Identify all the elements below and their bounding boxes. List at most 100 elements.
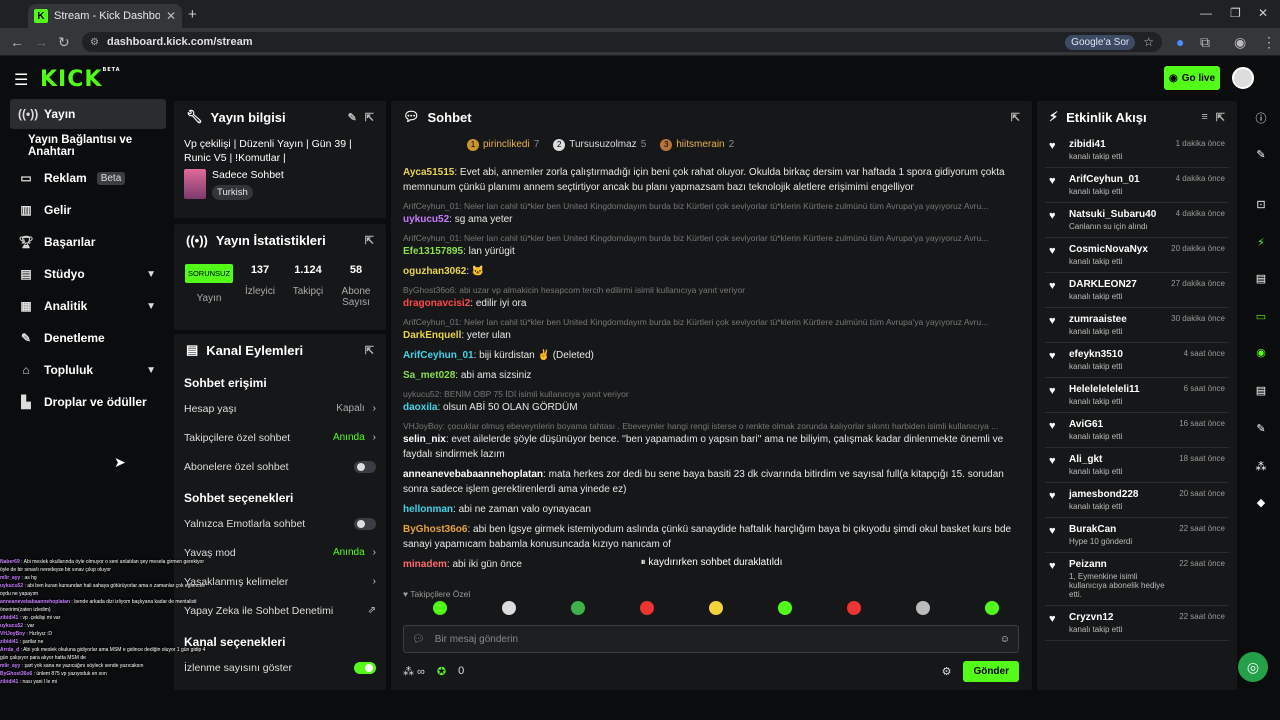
activity-event[interactable]: ♥ CosmicNovaNyx kanalı takip etti 20 dakika…	[1045, 238, 1229, 273]
chat-message[interactable]: VHJoyBoy: çocuklar olmuş ebeveynlerin bo…	[403, 420, 1019, 462]
extension-icon[interactable]: ●	[1176, 34, 1184, 50]
lightning-icon[interactable]: ⚡︎	[1250, 231, 1272, 253]
chat-message[interactable]: oguzhan3062: 🐱	[403, 264, 1019, 279]
chat-message[interactable]: uykucu52: BENİM OBP 75 İDİ isimli kullan…	[403, 388, 1019, 415]
chat-username[interactable]: DarkEnquell	[403, 330, 461, 341]
bookmark-star-icon[interactable]: ☆	[1143, 35, 1154, 49]
activity-event[interactable]: ♥ AviG61 kanalı takip etti 16 saat önce	[1045, 413, 1229, 448]
emote-icon[interactable]	[640, 601, 654, 615]
chat-username[interactable]: Ayca51515	[403, 167, 454, 178]
chat-username[interactable]: Efe13157895	[403, 246, 463, 257]
broadcast-icon[interactable]: ◉	[1250, 341, 1272, 363]
chat-username[interactable]: ByGhost36o6	[403, 524, 467, 535]
url-field[interactable]: ⚙ dashboard.kick.com/stream Google'a Sor…	[82, 32, 1162, 52]
chat-message[interactable]: ArifCeyhun_01: Neler lan cahil tü*kler b…	[403, 316, 1019, 343]
activity-event[interactable]: ♥ zibidi41 kanalı takip etti 1 dakika önce	[1045, 133, 1229, 168]
browser-tab[interactable]: K Stream - Kick Dashboard ✕	[28, 4, 182, 28]
google-lens-button[interactable]: Google'a Sor	[1065, 34, 1136, 50]
activity-event[interactable]: ♥ BurakCan Hype 10 gönderdi 22 saat önce	[1045, 518, 1229, 553]
activity-event[interactable]: ♥ efeykn3510 kanalı takip etti 4 saat önce	[1045, 343, 1229, 378]
chat-username[interactable]: selin_nix	[403, 434, 446, 445]
gifter-item[interactable]: 3 hiitsmerain 2	[660, 139, 734, 151]
sidebar-item-analytics[interactable]: ▦ Analitik ▼	[10, 291, 170, 321]
new-tab-icon[interactable]: +	[188, 6, 197, 23]
reload-icon[interactable]: ↻	[58, 34, 70, 51]
chat-input[interactable]: 💬︎ Bir mesaj gönderin ☺	[403, 625, 1019, 653]
minimize-icon[interactable]: —	[1200, 6, 1212, 20]
activity-event[interactable]: ♥ Cryzvn12 kanalı takip etti 22 saat önce	[1045, 606, 1229, 641]
sidebar-item-moderation[interactable]: ✎ Denetleme	[10, 323, 170, 353]
forward-icon[interactable]: →	[34, 34, 48, 50]
sidebar-item-stream-key[interactable]: Yayın Bağlantısı ve Anahtarı	[10, 131, 170, 161]
edit-icon[interactable]: ✎	[1250, 143, 1272, 165]
site-info-icon[interactable]: ⚙	[90, 37, 99, 48]
browser-menu-icon[interactable]: ⋮	[1262, 34, 1276, 51]
filter-icon[interactable]: ≡	[1201, 111, 1207, 123]
popout-icon[interactable]: ⇱	[365, 234, 374, 247]
sidebar-item-ads[interactable]: ▭ Reklam Beta	[10, 163, 170, 193]
activity-event[interactable]: ♥ Natsuki_Subaru40 Canlanın su için alındı…	[1045, 203, 1229, 238]
chat-message[interactable]: ByGhost36o6: abi uzar vp almakicin hesap…	[403, 284, 1019, 311]
send-button[interactable]: Gönder	[963, 660, 1019, 682]
chat-paused-notice[interactable]: ⏸ kaydırırken sohbet duraklatıldı	[391, 557, 1032, 568]
sidebar-item-studio[interactable]: ▤ Stüdyo ▼	[10, 259, 170, 289]
sidebar-item-achievements[interactable]: 🏆︎ Başarılar	[10, 227, 170, 257]
chat-username[interactable]: Sa_met028	[403, 370, 455, 381]
activity-event[interactable]: ♥ Heleleleleleli11 kanalı takip etti 6 saat…	[1045, 378, 1229, 413]
chat-username[interactable]: anneanevebabaannehoplatan	[403, 469, 543, 480]
account-age-row[interactable]: Hesap yaşı Kapalı ›	[174, 394, 386, 423]
chat-message[interactable]: Ayca51515: Evet abi, annemler zorla çalı…	[403, 165, 1019, 195]
popout-icon[interactable]: ⇱	[365, 111, 374, 124]
back-icon[interactable]: ←	[10, 34, 24, 50]
gifter-item[interactable]: 1 pirinclikedi 7	[467, 139, 539, 151]
sidebar-item-revenue[interactable]: ▥ Gelir	[10, 195, 170, 225]
camera-icon[interactable]: ⊡	[1250, 193, 1272, 215]
activity-event[interactable]: ♥ ArifCeyhun_01 kanalı takip etti 4 dakika …	[1045, 168, 1229, 203]
popout-icon[interactable]: ⇱	[1011, 111, 1020, 124]
infinity-icon[interactable]: ⁂ ∞	[403, 665, 425, 678]
gifter-item[interactable]: 2 Tursusuzolmaz 5	[553, 139, 646, 151]
emote-icon[interactable]	[502, 601, 516, 615]
popout-icon[interactable]: ⇱	[1216, 111, 1225, 124]
menu-icon[interactable]: ☰	[14, 70, 28, 90]
chat-message[interactable]: hellonman: abi ne zaman valo oynayacan	[403, 502, 1019, 517]
emote-icon[interactable]	[433, 601, 447, 615]
help-chat-button[interactable]: ◎	[1238, 652, 1268, 682]
emoji-picker-icon[interactable]: ☺	[1000, 634, 1010, 645]
extensions-puzzle-icon[interactable]: ⧉	[1200, 34, 1210, 51]
diamond-icon[interactable]: ◆	[1250, 491, 1272, 513]
emote-icon[interactable]	[571, 601, 585, 615]
chat-username[interactable]: oguzhan3062	[403, 266, 466, 277]
chat-username[interactable]: daoxila	[403, 402, 437, 413]
emote-icon[interactable]	[709, 601, 723, 615]
sidebar-item-drops[interactable]: ▙ Droplar ve ödüller	[10, 387, 170, 417]
actions-icon[interactable]: ▤	[1250, 379, 1272, 401]
chat-username[interactable]: uykucu52	[403, 214, 449, 225]
wrench-icon[interactable]: ✎	[1250, 417, 1272, 439]
chat-username[interactable]: ArifCeyhun_01	[403, 350, 474, 361]
profile-icon[interactable]: ◉	[1234, 34, 1246, 51]
notes-icon[interactable]: ▤	[1250, 267, 1272, 289]
sidebar-item-stream[interactable]: ((•)) Yayın	[10, 99, 166, 129]
info-icon[interactable]: ⓘ	[1250, 107, 1272, 129]
sidebar-item-community[interactable]: ⌂ Topluluk ▼	[10, 355, 170, 385]
activity-event[interactable]: ♥ DARKLEON27 kanalı takip etti 27 dakika ön…	[1045, 273, 1229, 308]
followers-only-row[interactable]: Takipçilere özel sohbet Anında ›	[174, 423, 386, 452]
emote-icon[interactable]	[985, 601, 999, 615]
chat-message[interactable]: ArifCeyhun_01: Neler lan cahil tü*kler b…	[403, 232, 1019, 259]
activity-event[interactable]: ♥ Ali_gkt kanalı takip etti 18 saat önce	[1045, 448, 1229, 483]
category-name[interactable]: Sadece Sohbet	[212, 169, 284, 181]
edit-icon[interactable]: ✎	[348, 111, 357, 124]
activity-event[interactable]: ♥ zumraaistee kanalı takip etti 30 dakika ö…	[1045, 308, 1229, 343]
show-viewcount-toggle[interactable]	[354, 661, 376, 674]
subscribers-only-toggle[interactable]	[354, 460, 376, 473]
emote-icon[interactable]	[916, 601, 930, 615]
go-live-button[interactable]: ◉ Go live	[1164, 66, 1220, 90]
chat-username[interactable]: hellonman	[403, 504, 453, 515]
chat-username[interactable]: dragonavcisi2	[403, 298, 470, 309]
chat-message[interactable]: ByGhost36o6: abi ben lgsye girmek istemi…	[403, 522, 1019, 552]
emote-only-toggle[interactable]	[354, 517, 376, 530]
kick-logo[interactable]: KICKBETA	[40, 67, 121, 92]
emote-icon[interactable]	[778, 601, 792, 615]
user-avatar[interactable]	[1232, 67, 1254, 89]
